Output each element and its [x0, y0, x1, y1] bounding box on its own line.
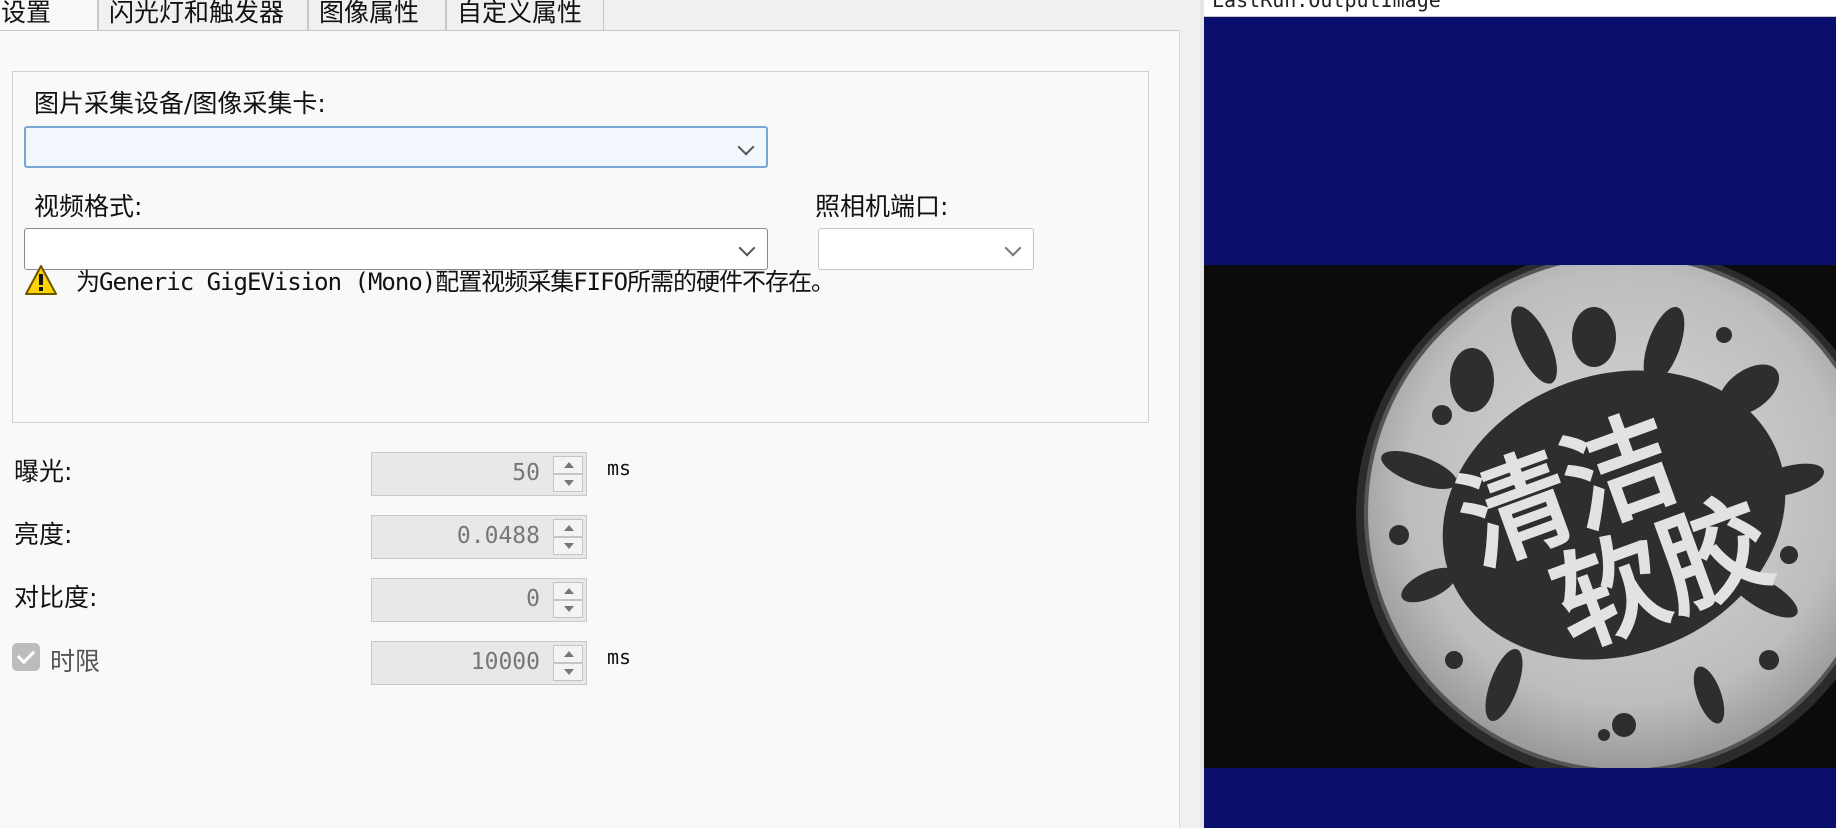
timeout-decrement-button[interactable]: [553, 663, 583, 681]
exposure-spinbox[interactable]: 50: [371, 452, 587, 496]
timeout-value: 10000: [470, 649, 540, 675]
timeout-label: 时限: [50, 647, 101, 676]
acquisition-settings-panel: 设置 闪光灯和触发器 图像属性 自定义属性 图片采集设备/图像采集卡: 视频格式…: [0, 0, 1200, 828]
timeout-increment-button[interactable]: [553, 645, 583, 663]
viewer-title: LastRun.OutputImage: [1212, 0, 1441, 12]
warning-triangle-icon: [25, 265, 57, 295]
camera-image-render: 清洁 软胶: [1204, 265, 1836, 768]
exposure-value: 50: [512, 460, 540, 486]
timeout-stepper: [553, 645, 583, 681]
tab-bar: 设置 闪光灯和触发器 图像属性 自定义属性: [0, 0, 1200, 32]
exposure-increment-button[interactable]: [553, 456, 583, 474]
brightness-stepper: [553, 519, 583, 555]
camera-image[interactable]: 清洁 软胶: [1204, 265, 1836, 768]
exposure-unit: ms: [607, 456, 632, 480]
camera-port-combobox[interactable]: [818, 228, 1034, 270]
tab-image-properties[interactable]: 图像属性: [308, 0, 446, 30]
chevron-down-icon: [737, 138, 755, 156]
exposure-stepper: [553, 456, 583, 492]
contrast-spinbox[interactable]: 0: [371, 578, 587, 622]
brightness-value: 0.0488: [456, 523, 540, 549]
exposure-decrement-button[interactable]: [553, 474, 583, 492]
brightness-label: 亮度:: [14, 520, 73, 549]
exposure-label: 曝光:: [14, 457, 73, 486]
camera-port-label: 照相机端口:: [815, 192, 949, 221]
contrast-increment-button[interactable]: [553, 582, 583, 600]
video-format-label: 视频格式:: [34, 192, 143, 221]
contrast-value: 0: [526, 586, 540, 612]
tab-settings[interactable]: 设置: [0, 0, 98, 32]
viewer-title-bar: LastRun.OutputImage: [1204, 0, 1836, 17]
device-label: 图片采集设备/图像采集卡:: [34, 89, 326, 118]
brightness-decrement-button[interactable]: [553, 537, 583, 555]
chevron-down-icon: [738, 239, 756, 257]
timeout-unit: ms: [607, 645, 632, 669]
contrast-decrement-button[interactable]: [553, 600, 583, 618]
device-combobox[interactable]: [24, 126, 768, 168]
contrast-stepper: [553, 582, 583, 618]
warning-message: 为Generic GigEVision (Mono)配置视频采集FIFO所需的硬…: [76, 268, 835, 296]
timeout-checkbox[interactable]: [12, 643, 40, 671]
tab-strobe-trigger[interactable]: 闪光灯和触发器: [98, 0, 308, 30]
brightness-spinbox[interactable]: 0.0488: [371, 515, 587, 559]
tab-custom-properties[interactable]: 自定义属性: [446, 0, 604, 30]
contrast-label: 对比度:: [14, 583, 98, 612]
timeout-spinbox[interactable]: 10000: [371, 641, 587, 685]
image-viewer[interactable]: LastRun.OutputImage 清洁 软胶: [1204, 0, 1836, 828]
chevron-down-icon: [1004, 239, 1022, 257]
brightness-increment-button[interactable]: [553, 519, 583, 537]
